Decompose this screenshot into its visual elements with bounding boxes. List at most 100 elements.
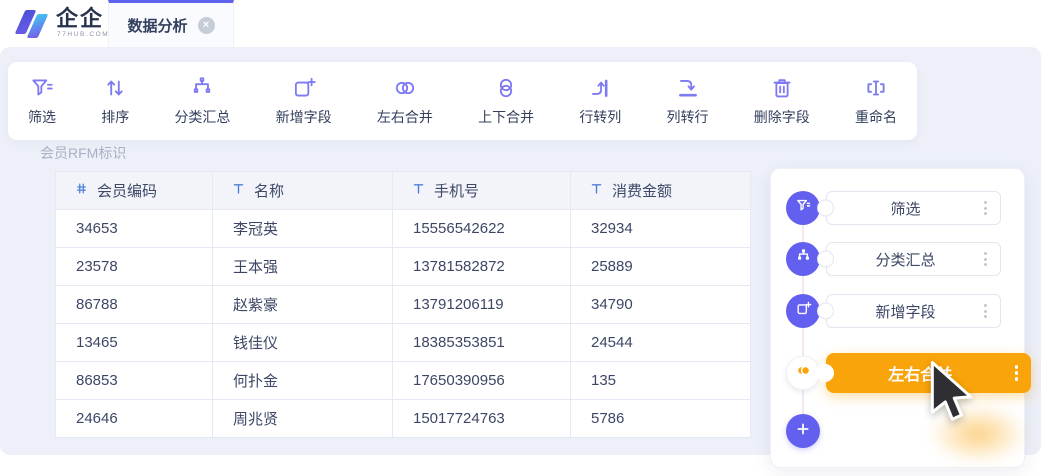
- brand-logo: 企企 77HUB.COM: [16, 7, 109, 39]
- merge-horizontal-icon: [392, 75, 418, 101]
- pipeline-step-subtotal[interactable]: 分类汇总: [826, 242, 1001, 276]
- column-header-amount[interactable]: 消费金额: [571, 172, 751, 210]
- text-icon: [411, 181, 426, 200]
- toolbar-item-filter[interactable]: 筛选: [28, 75, 56, 127]
- cell-amount: 25889: [571, 248, 751, 286]
- column-header-phone[interactable]: 手机号: [393, 172, 571, 210]
- toolbar-item-columns-to-rows[interactable]: 列转行: [667, 75, 709, 127]
- toolbar-item-label: 删除字段: [754, 107, 810, 127]
- cell-phone: 15556542622: [393, 210, 571, 248]
- rename-icon: [863, 75, 889, 101]
- tag-notch: [817, 251, 834, 268]
- cell-amount: 135: [571, 362, 751, 400]
- filter-icon: [29, 75, 55, 101]
- cell-name: 王本强: [213, 248, 393, 286]
- main-surface: 筛选 排序 分类汇总 新增字段: [0, 47, 1041, 455]
- rows-to-columns-icon: [587, 75, 613, 101]
- toolbar-item-label: 新增字段: [276, 107, 332, 127]
- toolbar-item-rows-to-columns[interactable]: 行转列: [579, 75, 621, 127]
- merge-vertical-icon: [493, 75, 519, 101]
- step-label: 新增字段: [827, 301, 984, 322]
- cell-name: 钱佳仪: [213, 324, 393, 362]
- add-field-icon: [291, 75, 317, 101]
- step-badge-add-field: [786, 294, 820, 328]
- step-badge-filter: [786, 191, 820, 225]
- tag-notch: [817, 303, 834, 320]
- pipeline-step-add-field[interactable]: 新增字段: [826, 294, 1001, 328]
- logo-text: 企企: [56, 7, 109, 31]
- tag-notch: [817, 200, 834, 217]
- table-row: 34653 李冠英 15556542622 32934: [56, 210, 751, 248]
- column-header-label: 手机号: [434, 180, 479, 201]
- operations-toolbar: 筛选 排序 分类汇总 新增字段: [8, 62, 917, 140]
- cell-member-code: 86788: [56, 286, 213, 324]
- app-window: 企企 77HUB.COM 数据分析 × 筛选 排序: [0, 0, 1041, 476]
- column-header-label: 会员编码: [97, 180, 157, 201]
- add-field-icon: [795, 300, 812, 322]
- kebab-menu-icon[interactable]: [984, 304, 1000, 318]
- toolbar-item-delete-field[interactable]: 删除字段: [754, 75, 810, 127]
- cell-name: 李冠英: [213, 210, 393, 248]
- cell-amount: 24544: [571, 324, 751, 362]
- kebab-menu-icon[interactable]: [984, 252, 1000, 266]
- cell-member-code: 13465: [56, 324, 213, 362]
- logo-subtext: 77HUB.COM: [57, 31, 109, 38]
- table-row: 86788 赵紫豪 13791206119 34790: [56, 286, 751, 324]
- kebab-menu-icon[interactable]: [1015, 365, 1032, 381]
- mouse-cursor-icon: [921, 356, 975, 435]
- cell-amount: 34790: [571, 286, 751, 324]
- toolbar-item-label: 左右合并: [377, 107, 433, 127]
- cell-phone: 13781582872: [393, 248, 571, 286]
- cell-phone: 18385353851: [393, 324, 571, 362]
- cell-amount: 32934: [571, 210, 751, 248]
- cell-name: 何扑金: [213, 362, 393, 400]
- cell-name: 周兆贤: [213, 400, 393, 438]
- cell-amount: 5786: [571, 400, 751, 438]
- column-header-member-code[interactable]: 会员编码: [56, 172, 213, 210]
- merge-horizontal-icon: [794, 361, 813, 385]
- delete-field-icon: [769, 75, 795, 101]
- cell-member-code: 86853: [56, 362, 213, 400]
- toolbar-item-label: 分类汇总: [174, 107, 230, 127]
- toolbar-item-subtotal[interactable]: 分类汇总: [174, 75, 230, 127]
- toolbar-item-merge-horizontal[interactable]: 左右合并: [377, 75, 433, 127]
- top-bar: 企企 77HUB.COM 数据分析 ×: [0, 0, 1041, 47]
- table-row: 24646 周兆贤 15017724763 5786: [56, 400, 751, 438]
- cell-name: 赵紫豪: [213, 286, 393, 324]
- cell-phone: 17650390956: [393, 362, 571, 400]
- table-row: 86853 何扑金 17650390956 135: [56, 362, 751, 400]
- toolbar-item-sort[interactable]: 排序: [101, 75, 129, 127]
- toolbar-item-label: 筛选: [28, 107, 56, 127]
- subtotal-icon: [795, 248, 812, 270]
- hash-icon: [74, 181, 89, 200]
- plus-icon: [795, 421, 811, 442]
- toolbar-item-rename[interactable]: 重命名: [855, 75, 897, 127]
- column-header-name[interactable]: 名称: [213, 172, 393, 210]
- step-label: 分类汇总: [827, 249, 984, 270]
- dataset-title: 会员RFM标识: [40, 143, 126, 163]
- column-header-label: 消费金额: [612, 180, 672, 201]
- add-step-button[interactable]: [786, 414, 820, 448]
- step-badge-subtotal: [786, 242, 820, 276]
- toolbar-item-add-field[interactable]: 新增字段: [276, 75, 332, 127]
- columns-to-rows-icon: [675, 75, 701, 101]
- cell-member-code: 24646: [56, 400, 213, 438]
- filter-icon: [795, 197, 812, 219]
- toolbar-item-label: 上下合并: [478, 107, 534, 127]
- tag-notch: [816, 364, 834, 382]
- table-row: 23578 王本强 13781582872 25889: [56, 248, 751, 286]
- table-header-row: 会员编码 名称 手机号 消费金额: [56, 172, 751, 210]
- close-icon[interactable]: ×: [198, 17, 215, 34]
- data-table: 会员编码 名称 手机号 消费金额 34653 李冠英 155: [55, 171, 751, 438]
- toolbar-item-label: 行转列: [579, 107, 621, 127]
- step-badge-merge-horizontal: [786, 356, 820, 390]
- step-label: 筛选: [827, 198, 984, 219]
- cell-member-code: 34653: [56, 210, 213, 248]
- tab-label: 数据分析: [127, 15, 187, 36]
- toolbar-item-merge-vertical[interactable]: 上下合并: [478, 75, 534, 127]
- pipeline-step-filter[interactable]: 筛选: [826, 191, 1001, 225]
- kebab-menu-icon[interactable]: [984, 201, 1000, 215]
- text-icon: [231, 181, 246, 200]
- cell-phone: 15017724763: [393, 400, 571, 438]
- tab-data-analysis[interactable]: 数据分析 ×: [108, 0, 234, 47]
